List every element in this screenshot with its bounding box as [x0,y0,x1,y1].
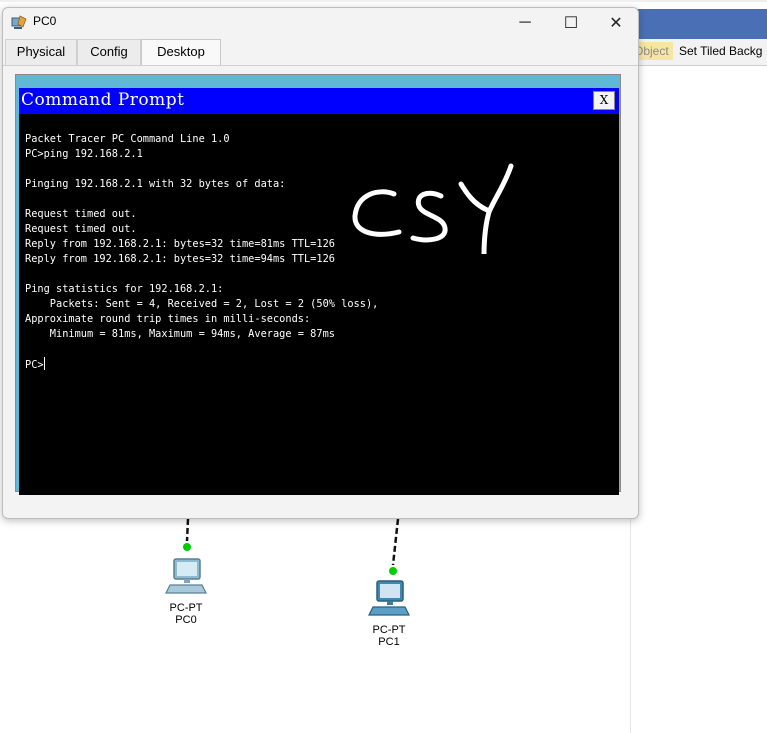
device-type-label: PC-PT [372,624,406,636]
tab-physical[interactable]: Physical [5,39,77,65]
command-prompt-titlebar[interactable]: Command Prompt X [19,88,619,114]
terminal-line: Request timed out. [25,208,137,220]
handwritten-signature [352,163,514,254]
packet-tracer-icon [11,15,27,29]
terminal-line: PC> [25,359,44,371]
device-pc1[interactable]: PC-PT PC1 [359,579,419,648]
window-title: PC0 [33,14,57,28]
terminal-line: PC>ping 192.168.2.1 [25,148,143,160]
link-pc0 [183,519,191,551]
window-titlebar[interactable]: PC0 ─ ☐ ✕ [3,8,638,38]
device-name-label: PC0 [175,614,197,626]
tab-desktop[interactable]: Desktop [141,39,221,65]
pc0-window: PC0 ─ ☐ ✕ Physical Config Desktop Comman… [2,7,639,519]
maximize-button[interactable]: ☐ [549,10,593,36]
terminal-line: Reply from 192.168.2.1: bytes=32 time=94… [25,253,335,265]
tab-bar: Physical Config Desktop [5,39,635,65]
device-name-label: PC1 [378,636,400,648]
terminal-line: Minimum = 81ms, Maximum = 94ms, Average … [25,328,335,340]
pc-icon [368,580,410,616]
device-type-label: PC-PT [169,602,203,614]
command-prompt-title: Command Prompt [21,90,185,110]
terminal-line: Pinging 192.168.2.1 with 32 bytes of dat… [25,178,286,190]
terminal-line: Request timed out. [25,223,137,235]
link-status-dot [183,543,191,551]
device-pc0[interactable]: PC-PT PC0 [156,557,216,626]
terminal-line: Packets: Sent = 4, Received = 2, Lost = … [25,298,379,310]
link-pc1 [389,519,400,575]
set-tiled-background-button[interactable]: Set Tiled Backg [679,42,762,60]
terminal-line: Reply from 192.168.2.1: bytes=32 time=81… [25,238,335,250]
terminal-line: Packet Tracer PC Command Line 1.0 [25,133,230,145]
command-prompt-terminal[interactable]: Packet Tracer PC Command Line 1.0 PC>pin… [19,114,619,495]
main-app-titlebar [630,9,767,39]
tab-config[interactable]: Config [77,39,141,65]
command-prompt-close-button[interactable]: X [593,91,615,110]
minimize-button[interactable]: ─ [503,10,547,36]
terminal-line: Approximate round trip times in milli-se… [25,313,311,325]
terminal-output: Packet Tracer PC Command Line 1.0 PC>pin… [25,132,378,373]
link-status-dot [389,567,397,575]
pc-icon [165,558,207,594]
terminal-line: Ping statistics for 192.168.2.1: [25,283,224,295]
top-edge [0,0,767,2]
text-cursor [43,357,45,370]
close-button[interactable]: ✕ [594,10,638,36]
tab-divider [3,65,638,66]
